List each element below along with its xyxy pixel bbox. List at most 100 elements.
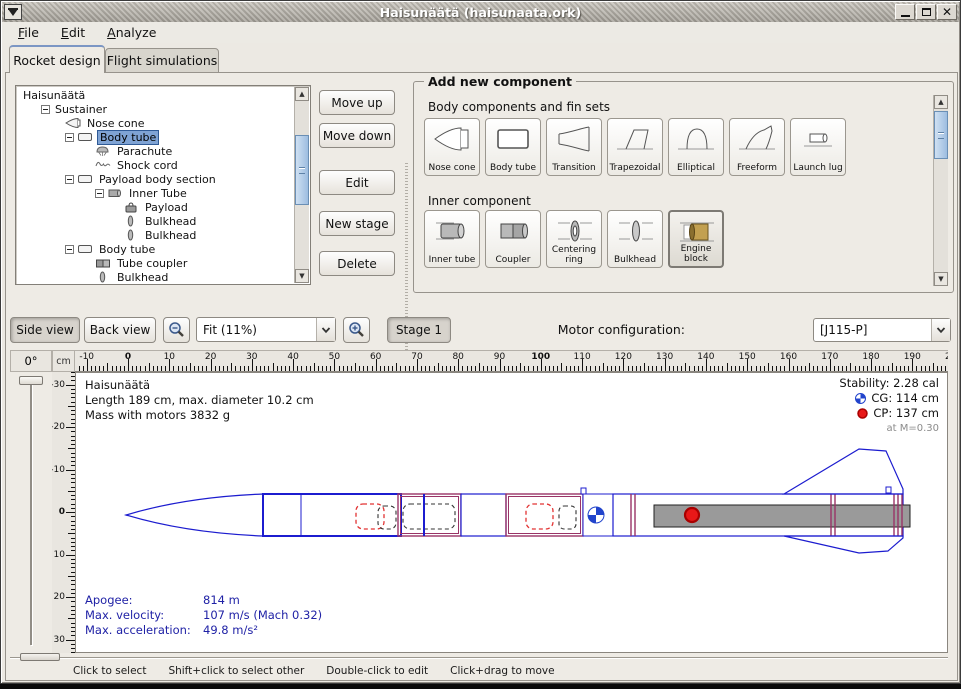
velocity-value: 107 m/s (Mach 0.32) xyxy=(203,608,322,623)
tree-item-parachute[interactable]: Parachute xyxy=(17,144,294,158)
zoom-in-button[interactable] xyxy=(343,317,370,343)
tree-collapse-toggle[interactable] xyxy=(65,245,74,254)
tree-item-label: Nose cone xyxy=(85,117,146,130)
ruler-label: -10 xyxy=(79,352,94,362)
tab-flight-simulations[interactable]: Flight simulations xyxy=(105,48,219,73)
maximize-button[interactable] xyxy=(916,4,936,20)
tree-collapse-toggle[interactable] xyxy=(65,133,74,142)
component-button-centering-ring[interactable]: Centering ring xyxy=(546,210,602,268)
window-menu-icon[interactable] xyxy=(4,4,22,20)
component-button-body-tube[interactable]: Body tube xyxy=(485,118,541,176)
launch-lug-marker-aft[interactable] xyxy=(886,487,891,493)
chevron-down-icon[interactable] xyxy=(931,319,950,341)
application-window: Haisunäätä (haisunaata.ork) ✕ File Edit … xyxy=(0,0,961,684)
tree-item-tube-coupler[interactable]: Tube coupler xyxy=(17,256,294,270)
tree-item-nose-cone[interactable]: Nose cone xyxy=(17,116,294,130)
component-button-elliptical[interactable]: Elliptical xyxy=(668,118,724,176)
component-button-nose-cone[interactable]: Nose cone xyxy=(424,118,480,176)
tree-item-inner-tube[interactable]: Inner Tube xyxy=(17,186,294,200)
tree-collapse-toggle[interactable] xyxy=(65,175,74,184)
bulkhead-icon xyxy=(123,215,139,227)
inner-tube-outline[interactable] xyxy=(403,504,455,529)
scroll-up-icon[interactable]: ▲ xyxy=(295,87,309,101)
tab-rocket-design[interactable]: Rocket design xyxy=(9,45,105,73)
back-view-button[interactable]: Back view xyxy=(84,317,156,343)
component-button-coupler[interactable]: Coupler xyxy=(485,210,541,268)
tree-collapse-toggle[interactable] xyxy=(95,189,104,198)
titlebar[interactable]: Haisunäätä (haisunaata.ork) ✕ xyxy=(2,2,959,22)
chevron-down-icon[interactable] xyxy=(316,318,335,341)
scroll-down-icon[interactable]: ▼ xyxy=(934,272,948,286)
component-button-transition[interactable]: Transition xyxy=(546,118,602,176)
component-scrollbar-thumb[interactable] xyxy=(934,111,948,159)
body-tube-2-outline[interactable] xyxy=(461,494,506,536)
zoom-level-select[interactable]: Fit (11%) xyxy=(196,317,336,342)
close-button[interactable]: ✕ xyxy=(937,4,957,20)
coupler-section-outline[interactable] xyxy=(506,494,583,536)
tree-item-payload[interactable]: Payload xyxy=(17,200,294,214)
tree-item-sustainer[interactable]: Sustainer xyxy=(17,102,294,116)
slider-handle[interactable] xyxy=(19,376,43,385)
canvas-hscrollbar[interactable] xyxy=(10,657,948,659)
tree-scrollbar-thumb[interactable] xyxy=(295,135,309,205)
tree-scrollbar[interactable]: ▲ ▼ xyxy=(294,87,309,283)
tree-item-bulkhead[interactable]: Bulkhead xyxy=(17,270,294,283)
minimize-button[interactable] xyxy=(895,4,915,20)
tree-item-body-tube[interactable]: Body tube xyxy=(17,130,294,144)
side-view-button[interactable]: Side view xyxy=(10,317,80,343)
parachute-2-outline[interactable] xyxy=(526,504,553,529)
component-tree[interactable]: HaisunäätäSustainerNose coneBody tubePar… xyxy=(15,85,311,285)
view-toolbar: Side view Back view Fit (11%) xyxy=(6,313,957,349)
menu-analyze[interactable]: Analyze xyxy=(97,23,166,42)
ruler-label: 70 xyxy=(411,352,422,362)
nose-cone-outline[interactable] xyxy=(126,494,263,536)
body-tube-1-outline[interactable] xyxy=(263,494,401,536)
tree-item-label: Bulkhead xyxy=(143,229,198,242)
shock-cord-2-outline[interactable] xyxy=(559,506,576,529)
menu-file[interactable]: File xyxy=(8,23,49,42)
tree-item-payload-body-section[interactable]: Payload body section xyxy=(17,172,294,186)
stability-value: Stability: 2.28 cal xyxy=(839,376,939,391)
component-button-freeform[interactable]: Freeform xyxy=(729,118,785,176)
component-button-launch-lug[interactable]: Launch lug xyxy=(790,118,846,176)
tree-item-shock-cord[interactable]: Shock cord xyxy=(17,158,294,172)
component-button-engine-block[interactable]: Engine block xyxy=(668,210,724,268)
canvas-hscrollbar-thumb[interactable] xyxy=(20,653,60,661)
rotation-slider[interactable] xyxy=(10,372,52,653)
component-button-trapezoidal[interactable]: Trapezoidal xyxy=(607,118,663,176)
component-button-bulkhead[interactable]: Bulkhead xyxy=(607,210,663,268)
fin-upper[interactable] xyxy=(784,449,903,494)
move-down-button[interactable]: Move down xyxy=(319,123,395,148)
new-stage-button[interactable]: New stage xyxy=(319,211,395,236)
ruler-label: 150 xyxy=(739,352,756,362)
tree-item-bulkhead[interactable]: Bulkhead xyxy=(17,228,294,242)
component-button-label: Launch lug xyxy=(793,164,842,174)
bulkhead-icon xyxy=(123,229,139,241)
launch-lug-marker[interactable] xyxy=(581,488,586,494)
ruler-label: 170 xyxy=(821,352,838,362)
ruler-label: 200 xyxy=(945,352,948,362)
stage-1-toggle[interactable]: Stage 1 xyxy=(387,317,451,343)
delete-button[interactable]: Delete xyxy=(319,251,395,276)
scroll-up-icon[interactable]: ▲ xyxy=(934,95,948,109)
apogee-label: Apogee: xyxy=(85,593,203,608)
fin-lower[interactable] xyxy=(784,536,903,553)
component-button-inner-tube[interactable]: Inner tube xyxy=(424,210,480,268)
payload-section-outline[interactable] xyxy=(398,494,461,536)
component-button-label: Elliptical xyxy=(677,164,715,174)
zoom-out-button[interactable] xyxy=(163,317,190,343)
component-button-label: Trapezoidal xyxy=(609,164,660,174)
tree-item-haisun-t[interactable]: Haisunäätä xyxy=(17,88,294,102)
rocket-canvas[interactable]: Haisunäätä Length 189 cm, max. diameter … xyxy=(75,372,948,653)
tree-item-bulkhead[interactable]: Bulkhead xyxy=(17,214,294,228)
edit-button[interactable]: Edit xyxy=(319,170,395,195)
tree-item-body-tube[interactable]: Body tube xyxy=(17,242,294,256)
scroll-down-icon[interactable]: ▼ xyxy=(295,269,309,283)
cg-marker xyxy=(588,507,604,523)
move-up-button[interactable]: Move up xyxy=(319,90,395,115)
motor-configuration-select[interactable]: [J115-P] xyxy=(813,318,951,342)
menu-edit[interactable]: Edit xyxy=(51,23,95,42)
flight-data-block: Apogee:814 m Max. velocity:107 m/s (Mach… xyxy=(85,593,322,638)
component-scrollbar[interactable]: ▲ ▼ xyxy=(933,95,948,286)
tree-collapse-toggle[interactable] xyxy=(41,105,50,114)
